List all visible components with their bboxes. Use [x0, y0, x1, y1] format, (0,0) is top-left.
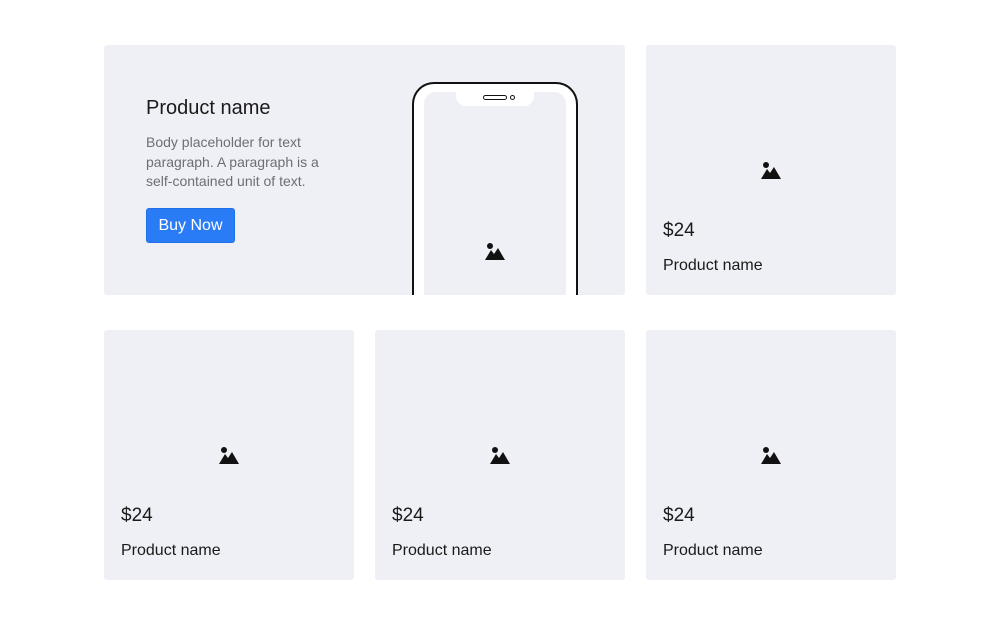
phone-notch: [456, 90, 534, 106]
product-price: $24: [392, 505, 424, 526]
product-card[interactable]: $24 Product name: [646, 330, 896, 580]
product-name: Product name: [392, 542, 492, 559]
product-name: Product name: [663, 542, 763, 559]
product-price: $24: [663, 505, 695, 526]
buy-now-button[interactable]: Buy Now: [146, 208, 235, 243]
product-card[interactable]: $24 Product name: [375, 330, 625, 580]
phone-screen: [424, 92, 566, 295]
phone-speaker: [483, 95, 507, 100]
product-grid-page: Product name Body placeholder for text p…: [0, 0, 1000, 625]
hero-product-description: Body placeholder for text paragraph. A p…: [146, 134, 319, 189]
phone-mockup: [412, 82, 578, 295]
hero-product-title: Product name: [146, 97, 271, 119]
image-placeholder-icon: [761, 162, 781, 179]
product-price: $24: [663, 220, 695, 241]
product-card[interactable]: $24 Product name: [104, 330, 354, 580]
image-placeholder-icon: [485, 243, 505, 260]
product-price: $24: [121, 505, 153, 526]
hero-product-card: Product name Body placeholder for text p…: [104, 45, 625, 295]
image-placeholder-icon: [490, 447, 510, 464]
product-card[interactable]: $24 Product name: [646, 45, 896, 295]
product-name: Product name: [663, 257, 763, 274]
product-name: Product name: [121, 542, 221, 559]
image-placeholder-icon: [219, 447, 239, 464]
image-placeholder-icon: [761, 447, 781, 464]
phone-camera: [510, 95, 515, 100]
